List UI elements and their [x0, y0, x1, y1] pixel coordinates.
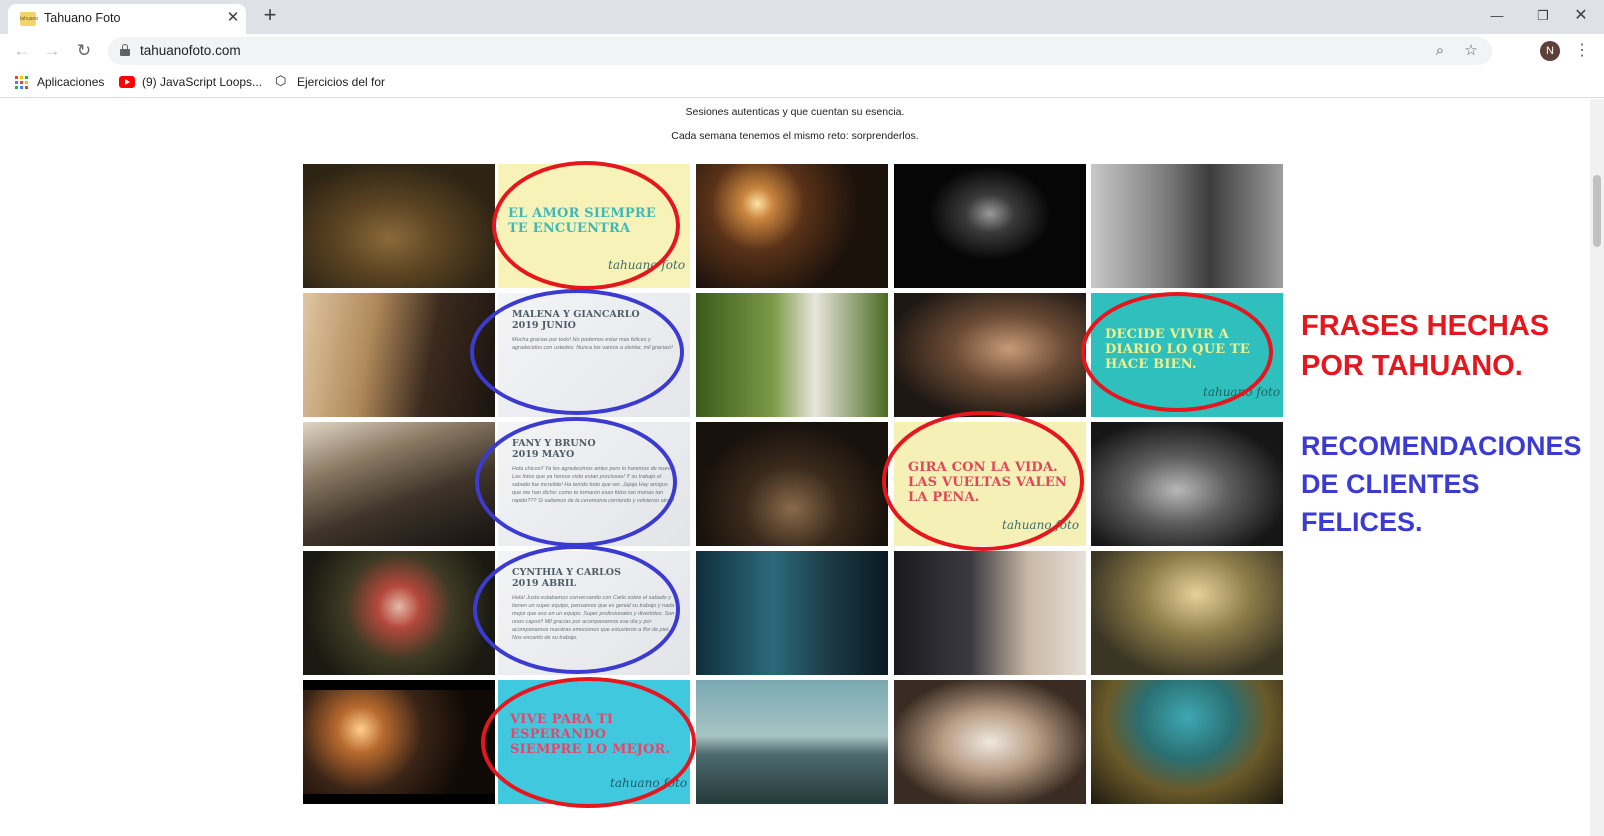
bookmarks-bar: Aplicaciones (9) JavaScript Loops... ⬡ E…: [0, 68, 1604, 98]
recomendaciones-label: RECOMENDACIONES DE CLIENTES FELICES.: [1301, 431, 1582, 537]
photo-couple-wall[interactable]: [696, 422, 888, 546]
page-scrollbar[interactable]: [1590, 99, 1604, 836]
frases-label: FRASES HECHAS POR TAHUANO.: [1301, 310, 1550, 382]
photo-bride-smile[interactable]: [303, 293, 495, 417]
photo-bouquet[interactable]: [303, 551, 495, 675]
bookmark-star-icon[interactable]: ☆: [1461, 41, 1481, 61]
more-menu-icon[interactable]: ⋮: [1572, 39, 1592, 63]
back-arrow-icon[interactable]: ←: [10, 39, 34, 63]
address-bar[interactable]: tahuanofoto.com ⌕ ☆: [108, 37, 1492, 65]
reload-icon[interactable]: ↻: [72, 39, 96, 63]
intro-line-1: Sesiones autenticas y que cuentan su ese…: [685, 106, 905, 118]
photo-kiss-veil[interactable]: [894, 551, 1086, 675]
highlight-ring-quote-4: [481, 677, 696, 808]
highlight-ring-quote-3: [882, 411, 1084, 551]
bookmark-javascript-loops[interactable]: (9) JavaScript Loops...: [142, 75, 262, 89]
profile-avatar[interactable]: N: [1540, 41, 1560, 61]
url-text[interactable]: tahuanofoto.com: [140, 43, 241, 58]
photo-bw-toast[interactable]: [1091, 164, 1283, 288]
photo-couple-trees[interactable]: [303, 164, 495, 288]
close-tab-icon[interactable]: ✕: [224, 9, 242, 27]
photo-field-couple[interactable]: [1091, 680, 1283, 804]
highlight-ring-review-2: [475, 417, 677, 547]
site-favicon-icon: tahuano: [20, 12, 38, 26]
photo-beach-couple[interactable]: [696, 680, 888, 804]
forward-arrow-icon[interactable]: →: [40, 39, 64, 63]
photo-sunset-kiss[interactable]: [303, 680, 495, 804]
photo-dark-silhouette[interactable]: [894, 164, 1086, 288]
highlight-ring-review-3: [473, 545, 680, 674]
photo-umbrella-kiss[interactable]: [1091, 551, 1283, 675]
photo-bride-garden[interactable]: [696, 293, 888, 417]
photo-veil-road[interactable]: [303, 422, 495, 546]
scroll-thumb[interactable]: [1593, 175, 1601, 247]
intro-line-2: Cada semana tenemos el mismo reto: sorpr…: [671, 130, 919, 142]
browser-tab[interactable]: tahuano Tahuano Foto ✕: [8, 4, 246, 34]
zoom-icon[interactable]: ⌕: [1430, 41, 1450, 61]
minimize-icon[interactable]: —: [1474, 3, 1520, 29]
close-window-icon[interactable]: ✕: [1558, 3, 1604, 29]
photo-bw-embrace[interactable]: [1091, 422, 1283, 546]
new-tab-icon[interactable]: +: [258, 4, 282, 28]
youtube-icon: [119, 76, 135, 88]
lock-icon[interactable]: [120, 44, 130, 56]
tab-title: Tahuano Foto: [44, 11, 121, 25]
bookmark-ejercicios-for[interactable]: Ejercicios del for: [297, 75, 385, 89]
codepen-icon: ⬡: [275, 73, 287, 88]
highlight-ring-quote-1: [492, 161, 680, 290]
highlight-ring-review-1: [470, 289, 684, 415]
page-content: Sesiones autenticas y que cuentan su ese…: [0, 99, 1590, 836]
apps-grid-icon: [15, 76, 28, 89]
photo-backlit-couple[interactable]: [696, 164, 888, 288]
highlight-ring-quote-2: [1081, 292, 1273, 412]
photo-window-reflection[interactable]: [696, 551, 888, 675]
bookmark-aplicaciones[interactable]: Aplicaciones: [37, 75, 104, 89]
tab-strip: tahuano Tahuano Foto ✕ + — ❐ ✕: [0, 0, 1604, 34]
browser-toolbar: ← → ↻ tahuanofoto.com ⌕ ☆ N ⋮: [0, 34, 1604, 68]
photo-dress-back[interactable]: [894, 680, 1086, 804]
photo-couple-forehead[interactable]: [894, 293, 1086, 417]
